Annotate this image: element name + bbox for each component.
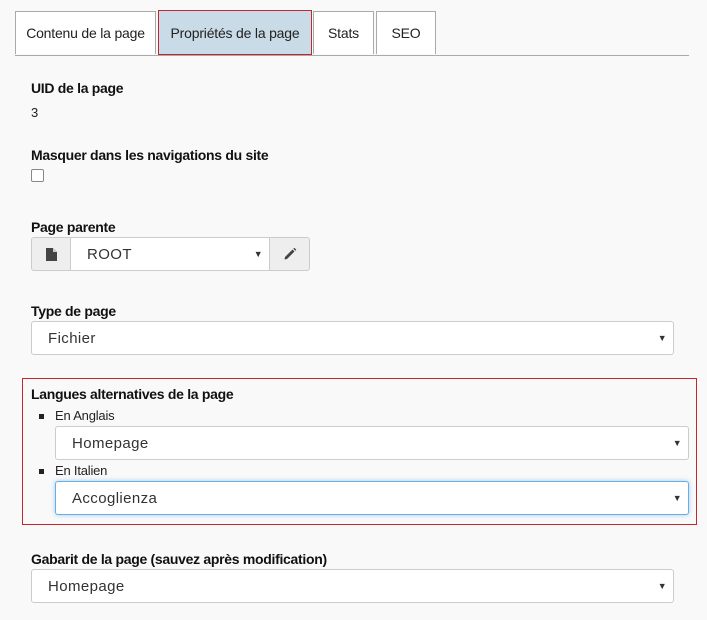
file-icon xyxy=(45,247,57,261)
page-type-value: Fichier xyxy=(48,329,96,347)
alt-lang-en-select[interactable]: Homepage ▼ xyxy=(55,426,689,460)
parent-page-label: Page parente xyxy=(31,219,116,235)
alt-lang-en-value: Homepage xyxy=(72,434,149,452)
template-select[interactable]: Homepage ▼ xyxy=(31,569,674,603)
template-value: Homepage xyxy=(48,577,125,595)
parent-page-select[interactable]: ROOT ▼ xyxy=(70,237,270,271)
list-bullet xyxy=(39,414,44,419)
tab-seo[interactable]: SEO xyxy=(376,11,436,54)
page-type-select[interactable]: Fichier ▼ xyxy=(31,321,674,355)
alt-lang-it-label: En Italien xyxy=(55,463,108,478)
tab-label: SEO xyxy=(391,25,421,41)
tab-stats[interactable]: Stats xyxy=(313,11,374,54)
chevron-down-icon: ▼ xyxy=(253,249,263,259)
uid-value: 3 xyxy=(31,105,39,120)
tab-label: Propriétés de la page xyxy=(170,24,300,41)
chevron-down-icon: ▼ xyxy=(672,493,682,503)
list-bullet xyxy=(39,469,44,474)
tab-page-content[interactable]: Contenu de la page xyxy=(15,11,156,54)
chevron-down-icon: ▼ xyxy=(672,438,682,448)
alt-langs-label: Langues alternatives de la page xyxy=(31,386,234,402)
pencil-icon xyxy=(284,247,296,260)
edit-parent-button[interactable] xyxy=(269,237,310,271)
tab-bar: Contenu de la page Propriétés de la page… xyxy=(15,10,689,56)
alt-lang-en-label: En Anglais xyxy=(55,408,115,423)
page-type-label: Type de page xyxy=(31,303,116,319)
hide-nav-label: Masquer dans les navigations du site xyxy=(31,147,269,163)
hide-nav-checkbox[interactable] xyxy=(31,169,44,182)
file-icon-addon xyxy=(31,237,71,271)
tab-page-properties[interactable]: Propriétés de la page xyxy=(158,10,312,55)
uid-label: UID de la page xyxy=(31,80,124,96)
alt-lang-it-value: Accoglienza xyxy=(72,489,158,507)
alt-lang-it-select[interactable]: Accoglienza ▼ xyxy=(55,481,689,515)
template-label: Gabarit de la page (sauvez après modific… xyxy=(31,551,327,567)
chevron-down-icon: ▼ xyxy=(657,333,667,343)
tab-label: Stats xyxy=(328,25,359,41)
tab-label: Contenu de la page xyxy=(26,25,145,41)
chevron-down-icon: ▼ xyxy=(657,581,667,591)
parent-page-value: ROOT xyxy=(87,245,132,263)
